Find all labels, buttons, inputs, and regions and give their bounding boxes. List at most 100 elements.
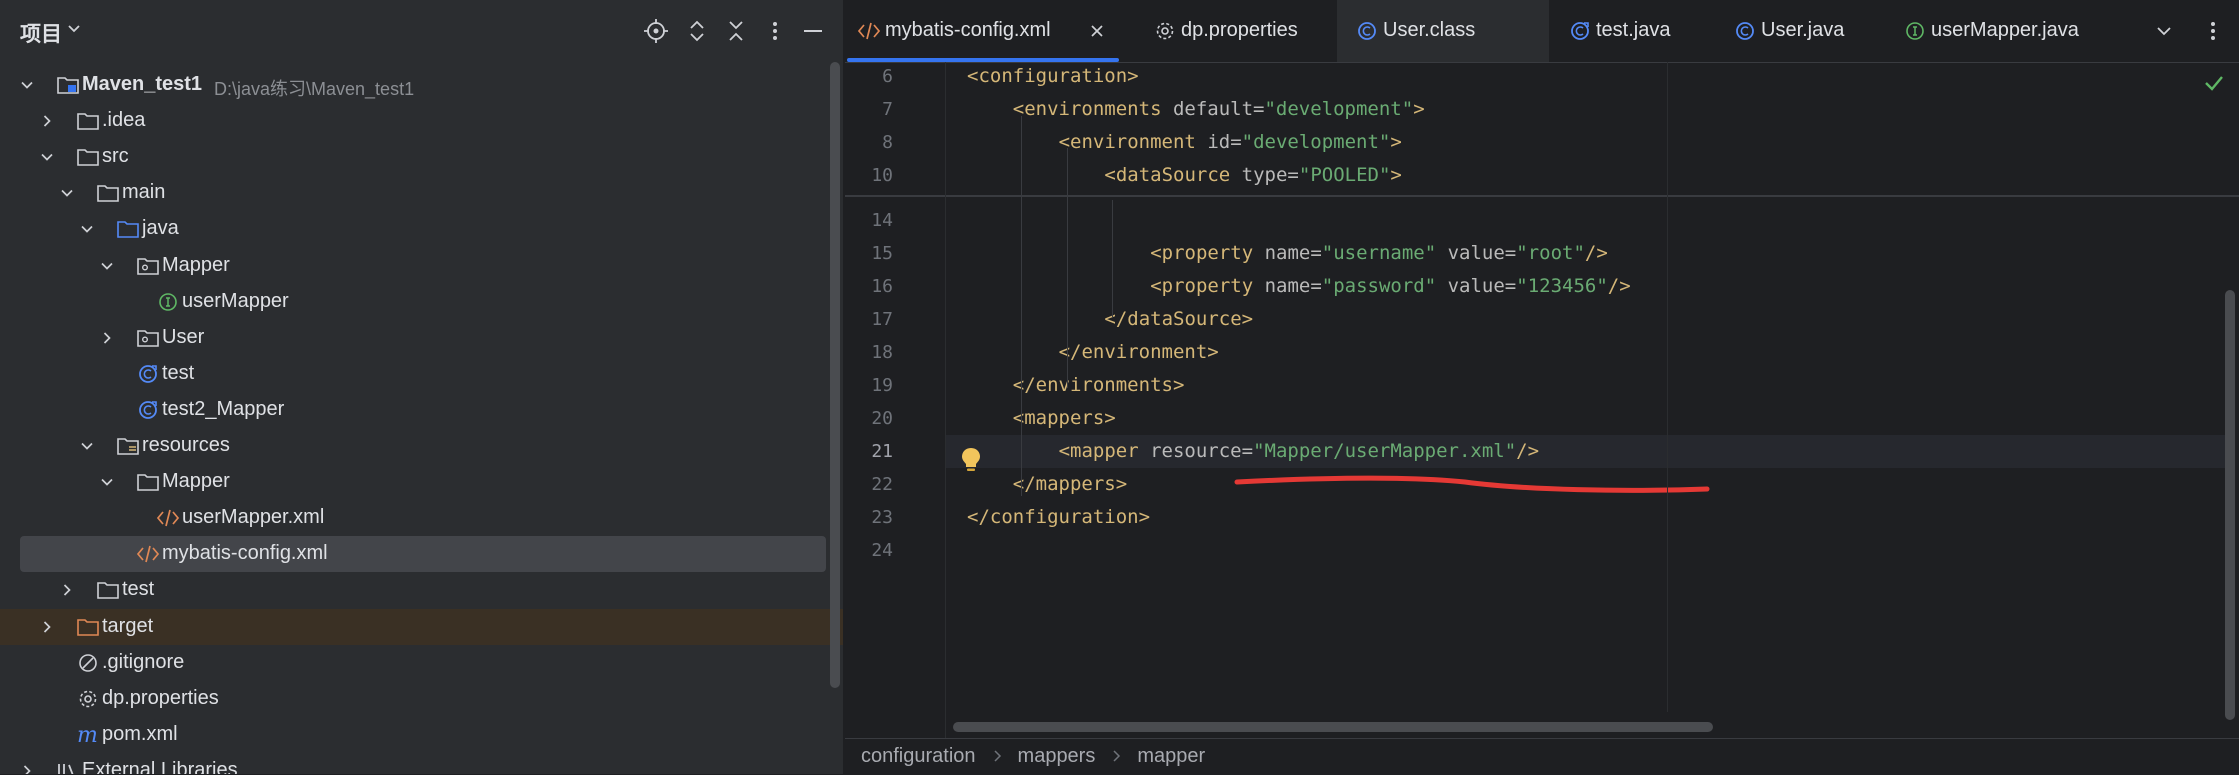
- checkmark-icon[interactable]: [2203, 72, 2225, 94]
- tab-user-class[interactable]: User.class: [1337, 0, 1549, 62]
- line-number: 23: [871, 507, 893, 528]
- tree-item-label: userMapper: [182, 289, 289, 312]
- breadcrumb-mappers[interactable]: mappers: [1018, 745, 1096, 768]
- code-editor[interactable]: <configuration> <environments default="de…: [945, 62, 2235, 712]
- line-number: 8: [882, 132, 893, 153]
- hide-panel-icon[interactable]: [800, 18, 826, 44]
- tab-dp-properties[interactable]: dp.properties: [1135, 0, 1335, 62]
- breadcrumb-configuration[interactable]: configuration: [861, 745, 976, 768]
- locate-icon[interactable]: [643, 18, 669, 44]
- code-token: "username": [1321, 242, 1437, 264]
- tree-item-resources[interactable]: resources: [0, 428, 826, 464]
- tree-item-target[interactable]: target: [0, 608, 843, 645]
- tree-item-java[interactable]: java: [0, 211, 826, 247]
- code-token: type=: [1241, 164, 1299, 186]
- chevron-down-icon[interactable]: [20, 78, 34, 92]
- code-line[interactable]: </environments>: [945, 369, 2235, 402]
- right-margin-guide: [1667, 62, 1668, 712]
- expand-all-icon[interactable]: [684, 18, 710, 44]
- tree-item-usermapper[interactable]: userMapper: [0, 284, 826, 320]
- code-line[interactable]: [945, 534, 2235, 567]
- tree-item-src[interactable]: src: [0, 139, 826, 175]
- code-line[interactable]: <environment id="development">: [945, 126, 2235, 159]
- code-line[interactable]: <property name="username" value="root"/>: [945, 237, 2235, 270]
- tab-test-java[interactable]: test.java: [1550, 0, 1710, 62]
- project-title[interactable]: 项目: [20, 18, 62, 48]
- code-line[interactable]: </environment>: [945, 336, 2235, 369]
- editor-tab-bar: mybatis-config.xml dp.properties User.clas…: [845, 0, 2239, 63]
- tree-item-user[interactable]: User: [0, 320, 826, 356]
- chevron-down-icon[interactable]: [80, 222, 94, 236]
- chevron-down-icon[interactable]: [100, 475, 114, 489]
- code-token: <configuration>: [967, 65, 1139, 87]
- gutter-border: [945, 62, 946, 738]
- collapse-all-icon[interactable]: [723, 18, 749, 44]
- tree-item-label: .gitignore: [102, 650, 185, 673]
- tab-mybatis-config-xml[interactable]: mybatis-config.xml: [845, 0, 1125, 62]
- tree-item-usermapper-xml[interactable]: userMapper.xml: [0, 500, 826, 536]
- lightbulb-icon[interactable]: [960, 446, 982, 474]
- chevron-down-icon[interactable]: [66, 20, 82, 36]
- code-line[interactable]: <dataSource type="POOLED">: [945, 159, 2235, 192]
- code-line[interactable]: </configuration>: [945, 501, 2235, 534]
- chevron-right-icon[interactable]: [20, 764, 34, 774]
- code-token: />: [1516, 440, 1540, 462]
- chevron-down-icon[interactable]: [80, 439, 94, 453]
- svg-text:m: m: [77, 724, 98, 746]
- code-token: "Mapper/userMapper.xml": [1253, 440, 1517, 462]
- resources-folder-icon: [116, 435, 140, 457]
- code-text: <environments default="development">: [1013, 93, 1425, 126]
- gitignore-icon: [76, 652, 100, 674]
- tree-item-mapper[interactable]: Mapper: [0, 464, 826, 500]
- code-line[interactable]: [945, 204, 2235, 237]
- code-token: "development": [1264, 98, 1414, 120]
- code-line[interactable]: <mappers>: [945, 402, 2235, 435]
- close-icon[interactable]: [1088, 22, 1106, 40]
- code-token: name=: [1264, 242, 1322, 264]
- project-scrollbar[interactable]: [830, 62, 840, 688]
- code-line[interactable]: </dataSource>: [945, 303, 2235, 336]
- chevron-right-icon[interactable]: [60, 583, 74, 597]
- tab-user-java[interactable]: User.java: [1715, 0, 1880, 62]
- folded-region-separator[interactable]: [845, 195, 2239, 197]
- tree-item-mybatis-config-xml[interactable]: mybatis-config.xml: [20, 536, 826, 573]
- chevron-right-icon[interactable]: [40, 114, 54, 128]
- chevron-down-icon[interactable]: [100, 259, 114, 273]
- vertical-scrollbar[interactable]: [2225, 290, 2235, 720]
- tree-item-label: Mapper: [162, 253, 230, 276]
- chevron-right-icon[interactable]: [100, 331, 114, 345]
- tree-item-external-libraries[interactable]: External Libraries: [0, 753, 826, 774]
- breadcrumb-mapper[interactable]: mapper: [1137, 745, 1205, 768]
- code-line[interactable]: <mapper resource="Mapper/userMapper.xml"…: [945, 435, 2235, 468]
- tree-item-test[interactable]: test: [0, 572, 826, 608]
- tree-item-label: Mapper: [162, 470, 230, 493]
- code-line[interactable]: <property name="password" value="123456"…: [945, 270, 2235, 303]
- chevron-right-icon[interactable]: [40, 620, 54, 634]
- code-token: resource=: [1150, 440, 1254, 462]
- tree-item-mapper[interactable]: Mapper: [0, 248, 826, 284]
- tree-item-dp-properties[interactable]: dp.properties: [0, 681, 826, 717]
- tab-usermapper-java[interactable]: userMapper.java: [1885, 0, 2079, 62]
- line-number: 20: [871, 408, 893, 429]
- more-options-icon[interactable]: [2207, 20, 2219, 47]
- code-line[interactable]: </mappers>: [945, 468, 2235, 501]
- xml-file-icon: [136, 543, 160, 565]
- code-line[interactable]: <environments default="development">: [945, 93, 2235, 126]
- tree-item-label: target: [102, 614, 154, 637]
- class-icon: [1355, 20, 1377, 42]
- more-options-icon[interactable]: [762, 18, 788, 44]
- code-line[interactable]: <configuration>: [945, 62, 2235, 93]
- chevron-down-icon[interactable]: [40, 150, 54, 164]
- line-number: 19: [871, 375, 893, 396]
- chevron-down-icon[interactable]: [60, 186, 74, 200]
- tree-item-test2-mapper[interactable]: test2_Mapper: [0, 392, 826, 428]
- tree-item-maven-test1[interactable]: Maven_test1 D:\java练习\Maven_test1: [0, 70, 826, 103]
- tree-item-pom-xml[interactable]: m pom.xml: [0, 717, 826, 753]
- tree-item-main[interactable]: main: [0, 175, 826, 211]
- horizontal-scrollbar[interactable]: [953, 722, 1713, 732]
- tree-item-test[interactable]: test: [0, 356, 826, 392]
- tree-item-label: test: [122, 578, 155, 601]
- tab-list-chevron-icon[interactable]: [2155, 22, 2173, 45]
- tree-item-idea[interactable]: .idea: [0, 103, 826, 139]
- tree-item-gitignore[interactable]: .gitignore: [0, 645, 826, 681]
